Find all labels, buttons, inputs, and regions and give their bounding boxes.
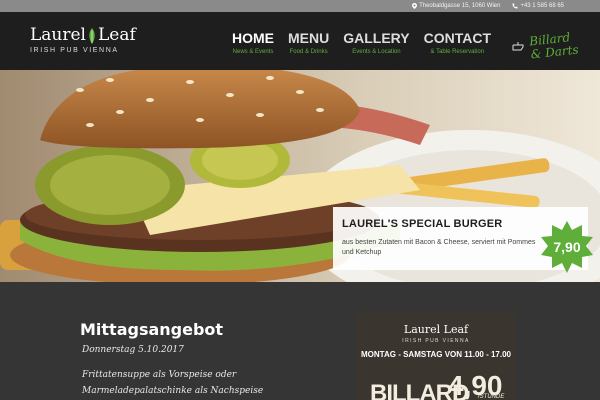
phone-icon xyxy=(512,3,518,9)
billard-darts-link[interactable]: Billard & Darts xyxy=(512,30,580,62)
nav-gallery-sub: Events & Location xyxy=(352,49,401,55)
nav-menu-title: MENU xyxy=(288,30,330,46)
billard-poster[interactable]: Laurel Leaf IRISH PUB VIENNA MONTAG - SA… xyxy=(356,312,516,400)
lunch-section: Mittagsangebot Donnerstag 5.10.2017 Frit… xyxy=(0,282,600,400)
logo-subtitle: IRISH PUB VIENNA xyxy=(30,47,119,54)
price-text: 7,90 xyxy=(553,239,581,255)
nav-contact[interactable]: CONTACT & Table Reservation xyxy=(424,31,491,55)
nav-home-title: HOME xyxy=(232,30,274,46)
lunch-title: Mittagsangebot xyxy=(80,320,224,339)
nav-gallery-title: GALLERY xyxy=(343,30,410,46)
site-logo[interactable]: Laurel Leaf IRISH PUB VIENNA xyxy=(30,27,150,55)
billard-darts-label: Billard & Darts xyxy=(529,30,580,62)
logo-wordmark: Laurel Leaf xyxy=(30,27,150,44)
poster-logo-sub: IRISH PUB VIENNA xyxy=(402,338,470,344)
page: Theobaldgasse 15, 1060 Wien +43 1 585 68… xyxy=(0,0,600,400)
top-info-bar: Theobaldgasse 15, 1060 Wien +43 1 585 68… xyxy=(0,0,600,12)
price-badge: 7,90 xyxy=(541,221,593,273)
nav-contact-title: CONTACT xyxy=(423,30,492,46)
phone-text: +43 1 585 68 65 xyxy=(520,3,564,9)
nav-home-sub: News & Events xyxy=(232,49,274,55)
poster-logo: Laurel Leaf xyxy=(403,323,469,336)
address-text: Theobaldgasse 15, 1060 Wien xyxy=(419,3,501,9)
logo-left-word: Laurel xyxy=(30,25,86,45)
lunch-line: Frittatensuppe als Vorspeise oder xyxy=(82,370,237,380)
main-nav: HOME News & Events MENU Food & Drinks GA… xyxy=(232,31,505,55)
poster-unit: /STUNDE xyxy=(478,394,505,400)
address-info: Theobaldgasse 15, 1060 Wien xyxy=(412,3,500,9)
lunch-date: Donnerstag 5.10.2017 xyxy=(82,345,184,355)
phone-info[interactable]: +43 1 585 68 65 xyxy=(512,3,564,9)
leaf-icon xyxy=(89,27,95,44)
nav-menu[interactable]: MENU Food & Drinks xyxy=(288,31,329,55)
site-header: Laurel Leaf IRISH PUB VIENNA HOME News &… xyxy=(0,12,600,70)
logo-right-word: Leaf xyxy=(98,25,136,45)
caption-text: aus besten Zutaten mit Bacon & Cheese, s… xyxy=(342,239,536,257)
billard-line2: & Darts xyxy=(530,42,580,62)
nav-contact-sub: & Table Reservation xyxy=(430,49,485,55)
poster-hours: MONTAG - SAMSTAG VON 11.00 - 17.00 xyxy=(361,350,511,359)
lunch-description: Frittatensuppe als Vorspeise oder Marmel… xyxy=(82,368,282,400)
nav-gallery[interactable]: GALLERY Events & Location xyxy=(343,31,409,55)
pointing-hand-icon xyxy=(512,42,524,51)
lunch-line: Marmeladepalatschinke als Nachspeise xyxy=(82,385,264,396)
nav-menu-sub: Food & Drinks xyxy=(289,49,328,55)
location-pin-icon xyxy=(412,3,418,9)
nav-home[interactable]: HOME News & Events xyxy=(232,31,274,55)
